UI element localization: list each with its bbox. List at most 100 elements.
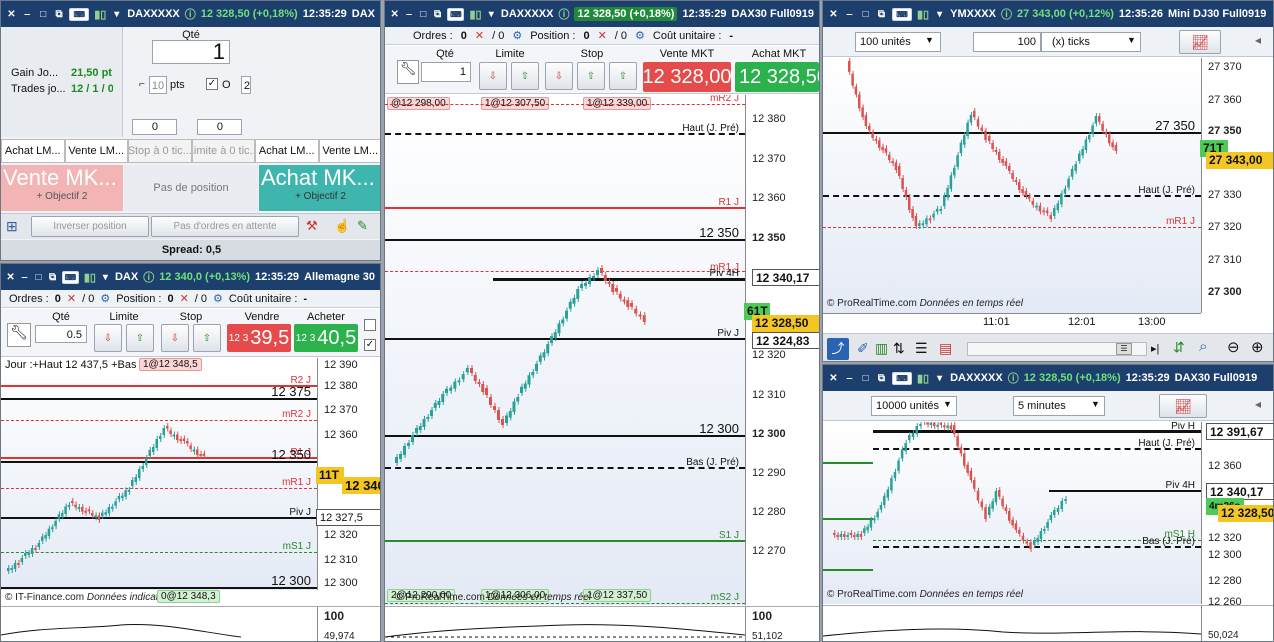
chevron-down-icon[interactable]: ▾ bbox=[487, 9, 496, 20]
symbol-name[interactable]: DAXXXXX bbox=[127, 8, 180, 20]
limit-buy-icon[interactable]: ⇧ bbox=[126, 324, 154, 352]
symbol-name[interactable]: YMXXXX bbox=[950, 8, 996, 20]
close-icon[interactable]: ✕ bbox=[6, 9, 17, 20]
price-axis[interactable]: 12 390 12 380 12 370 12 360 11T 12 340,0… bbox=[316, 358, 380, 590]
symbol-name[interactable]: DAXXXXX bbox=[950, 372, 1003, 384]
gear-icon[interactable]: ⚙ bbox=[635, 29, 645, 42]
sell-market-button[interactable]: Vente MK... + Objectif 2 bbox=[1, 165, 123, 211]
o-input[interactable]: 2 bbox=[241, 76, 251, 94]
chevron-down-icon[interactable]: ▾ bbox=[101, 272, 110, 283]
reverse-position-button[interactable]: Inverser position bbox=[31, 216, 149, 237]
tab-sell-limit[interactable]: Vente LM... bbox=[64, 139, 128, 163]
stop-buy-icon[interactable]: ⇧ bbox=[193, 324, 221, 352]
restore-icon[interactable]: ⧉ bbox=[433, 9, 442, 20]
ticks-input[interactable]: 100 bbox=[973, 32, 1041, 52]
indicators-icon[interactable]: 📈︎ bbox=[1159, 394, 1207, 418]
info-icon[interactable]: ⓘ bbox=[558, 6, 569, 22]
gear-icon[interactable]: ⚙ bbox=[100, 292, 110, 305]
table-icon[interactable]: ▤ bbox=[939, 340, 952, 357]
tab-sell-limit-2[interactable]: Vente LM... bbox=[318, 139, 380, 163]
objective-checkbox[interactable]: ✓ bbox=[206, 78, 218, 90]
info-icon[interactable]: ⓘ bbox=[1001, 6, 1012, 22]
close-icon[interactable]: ✕ bbox=[828, 9, 839, 20]
tab-limit[interactable]: Limite à 0 tic... bbox=[191, 139, 255, 163]
tab-buy-limit-2[interactable]: Achat LM... bbox=[255, 139, 319, 163]
close-icon[interactable]: ✕ bbox=[390, 9, 399, 20]
maximize-icon[interactable]: □ bbox=[38, 9, 49, 20]
info-icon[interactable]: ⓘ bbox=[185, 6, 196, 22]
info-icon[interactable]: ⓘ bbox=[1008, 370, 1019, 386]
indicator-panel[interactable] bbox=[385, 606, 745, 641]
chevron-down-icon[interactable]: ▼ bbox=[1091, 399, 1100, 409]
stop-sell-icon[interactable]: ⇩ bbox=[545, 62, 573, 90]
stop-sell-icon[interactable]: ⇩ bbox=[161, 324, 189, 352]
no-pending-orders[interactable]: Pas d'ordres en attente bbox=[151, 216, 299, 237]
info-icon[interactable]: ⓘ bbox=[143, 269, 154, 285]
zoom-fit-icon[interactable]: ⌕ bbox=[1199, 338, 1207, 355]
zoom-in-icon[interactable]: ⊕ bbox=[1251, 338, 1264, 356]
price-axis[interactable]: 12 380 12 370 12 360 12 350 12 340,17 61… bbox=[744, 95, 819, 605]
price-chart[interactable]: 27 350 Haut (J. Pré) mR1 J © ProRealTime… bbox=[823, 58, 1201, 313]
buy-button[interactable]: 12 3 40,5 bbox=[294, 324, 358, 352]
scroll-arrow-icon[interactable]: ◂ bbox=[1255, 397, 1261, 411]
order-icon[interactable]: ⇅ bbox=[893, 340, 905, 357]
symbol-name[interactable]: DAX bbox=[115, 271, 138, 283]
close-icon[interactable]: ✕ bbox=[828, 373, 839, 384]
hand-icon[interactable]: ☝ bbox=[334, 218, 350, 234]
price-axis[interactable]: 27 370 27 360 27 350 71T 27 343,00 27 33… bbox=[1200, 58, 1273, 313]
chevron-down-icon[interactable]: ▼ bbox=[925, 35, 934, 45]
zoom-out-icon[interactable]: ⊖ bbox=[1227, 338, 1240, 356]
buy-market-button[interactable]: Achat MK... + Objectif 2 bbox=[259, 165, 380, 211]
limit-sell-icon[interactable]: ⇩ bbox=[479, 62, 507, 90]
cancel-icon[interactable]: ✕ bbox=[598, 29, 607, 42]
keyboard-icon[interactable]: ⌨ bbox=[62, 270, 79, 284]
keyboard-icon[interactable]: ⌨ bbox=[892, 7, 912, 21]
grid-icon[interactable]: ⊞ bbox=[6, 218, 18, 235]
sell-button[interactable]: 12 3 39,5 bbox=[227, 324, 291, 352]
indicators-icon[interactable]: 📈︎ bbox=[1179, 30, 1221, 54]
cancel-icon[interactable]: ✕ bbox=[475, 29, 484, 42]
sell-market-button[interactable]: 12 328,00 bbox=[643, 62, 731, 92]
price-chart[interactable]: Piv H Haut (J. Pré) Piv 4H mS1 H Bas (J.… bbox=[823, 422, 1201, 604]
restore-icon[interactable]: ⧉ bbox=[876, 373, 887, 384]
maximize-icon[interactable]: □ bbox=[860, 9, 871, 20]
minimize-icon[interactable]: ‒ bbox=[844, 373, 855, 384]
wrench-icon[interactable]: 🔧︎ bbox=[7, 323, 31, 347]
keyboard-icon[interactable]: ⌨ bbox=[892, 371, 912, 385]
order-tag-bottom[interactable]: 0@12 348,3 bbox=[157, 590, 220, 603]
scroll-end-icon[interactable]: ▸| bbox=[1151, 342, 1159, 355]
price-tool-icon[interactable]: ⇵ bbox=[1173, 339, 1185, 356]
symbol-name[interactable]: DAXXXXX bbox=[501, 8, 554, 20]
chevron-down-icon[interactable]: ▼ bbox=[943, 399, 952, 409]
order-tag-bottom[interactable]: 1@12 337,50 bbox=[583, 589, 652, 602]
maximize-icon[interactable]: □ bbox=[34, 272, 43, 283]
gear-icon[interactable]: ⚙ bbox=[213, 292, 223, 305]
ticks-select[interactable]: (x) ticks bbox=[1041, 32, 1141, 52]
minimize-icon[interactable]: ‒ bbox=[20, 272, 29, 283]
stop-buy-icon[interactable]: ⇧ bbox=[577, 62, 605, 90]
option-checkbox-2[interactable]: ✓ bbox=[364, 339, 376, 351]
maximize-icon[interactable]: □ bbox=[860, 373, 871, 384]
list-icon[interactable]: ☰ bbox=[915, 340, 928, 357]
scroll-arrow-icon[interactable]: ◂ bbox=[1255, 33, 1261, 47]
wrench-icon[interactable]: 🔧︎ bbox=[397, 60, 419, 84]
spin-input-1[interactable]: 0 bbox=[132, 119, 177, 135]
scrollbar[interactable]: ☰ bbox=[967, 342, 1147, 356]
chevron-down-icon[interactable]: ▾ bbox=[111, 9, 122, 20]
buy-market-button[interactable]: 12 328,50 bbox=[735, 62, 819, 92]
chevron-down-icon[interactable]: ▼ bbox=[1127, 35, 1136, 45]
qty-input[interactable]: 1 bbox=[152, 40, 230, 64]
share-icon[interactable]: ⤴ bbox=[827, 338, 849, 360]
stop-buy-alt-icon[interactable]: ⇧ bbox=[609, 62, 637, 90]
tab-stop[interactable]: Stop à 0 tic... bbox=[128, 139, 192, 163]
minimize-icon[interactable]: ‒ bbox=[844, 9, 855, 20]
chevron-down-icon[interactable]: ▾ bbox=[934, 373, 945, 384]
option-checkbox-1[interactable] bbox=[364, 319, 376, 331]
minimize-icon[interactable]: ‒ bbox=[404, 9, 413, 20]
restore-icon[interactable]: ⧉ bbox=[876, 9, 887, 20]
cancel-icon[interactable]: ✕ bbox=[67, 292, 76, 305]
minimize-icon[interactable]: ‒ bbox=[22, 9, 33, 20]
draw-tools-icon[interactable]: ✐ bbox=[857, 340, 869, 357]
scroll-thumb[interactable]: ☰ bbox=[1116, 343, 1132, 355]
keyboard-icon[interactable]: ⌨ bbox=[69, 7, 90, 21]
